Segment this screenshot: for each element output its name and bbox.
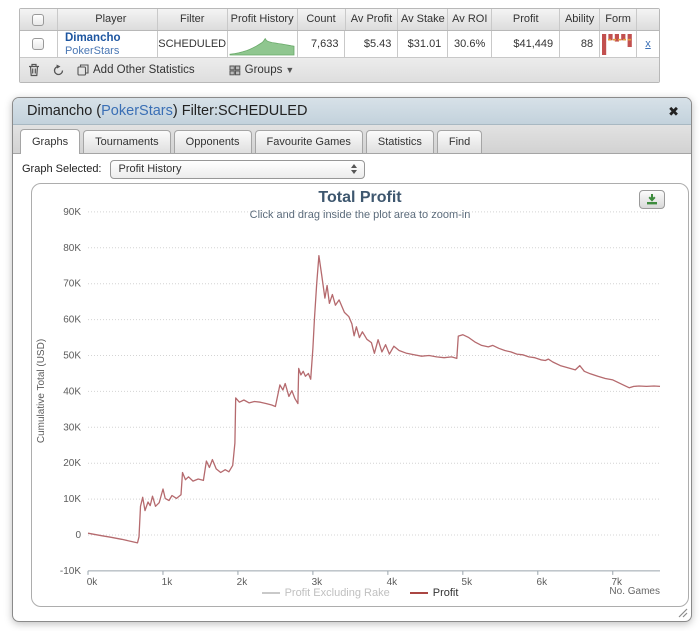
- column-header-profit[interactable]: Profit: [492, 9, 561, 30]
- av-stake-cell: $31.01: [398, 31, 449, 57]
- row-checkbox-cell: [20, 31, 58, 57]
- table-row[interactable]: Dimancho PokerStars SCHEDULED 7,633 $5.4…: [20, 31, 659, 58]
- copy-icon: [77, 64, 89, 76]
- tab-tournaments[interactable]: Tournaments: [83, 130, 171, 153]
- refresh-icon[interactable]: [52, 64, 65, 77]
- legend-label: Profit: [432, 587, 459, 599]
- table-toolbar: Add Other Statistics Groups ▼: [20, 58, 659, 82]
- remove-row-cell: x: [637, 31, 659, 57]
- dialog-title: Dimancho (PokerStars) Filter:SCHEDULED: [27, 103, 666, 119]
- add-statistics-label: Add Other Statistics: [93, 64, 195, 76]
- player-detail-dialog: Dimancho (PokerStars) Filter:SCHEDULED ✖…: [12, 97, 692, 622]
- table-header-row: Player Filter Profit History Count Av Pr…: [20, 9, 659, 31]
- svg-text:30K: 30K: [63, 422, 81, 433]
- chevron-down-icon: ▼: [285, 65, 295, 75]
- groups-label: Groups: [244, 64, 283, 76]
- profit-cell: $41,449: [492, 31, 561, 57]
- dialog-tab-strip: Graphs Tournaments Opponents Favourite G…: [13, 125, 691, 154]
- av-profit-cell: $5.43: [345, 31, 399, 57]
- dialog-title-site: PokerStars: [101, 103, 173, 119]
- dialog-title-filter: ) Filter:SCHEDULED: [172, 103, 308, 119]
- svg-text:70K: 70K: [63, 279, 81, 290]
- column-header-blank: [637, 9, 659, 30]
- player-cell[interactable]: Dimancho PokerStars: [58, 31, 158, 57]
- remove-row-link[interactable]: x: [637, 31, 659, 57]
- svg-text:0: 0: [75, 530, 81, 541]
- column-header-av-stake[interactable]: Av Stake: [398, 9, 449, 30]
- chart-legend: Profit Excluding Rake Profit: [32, 587, 688, 599]
- profit-history-sparkline: [229, 37, 295, 56]
- dialog-title-player: Dimancho (: [27, 103, 102, 119]
- close-icon[interactable]: ✖: [666, 103, 681, 120]
- player-name[interactable]: Dimancho: [65, 32, 157, 45]
- ability-cell: 88: [560, 31, 601, 57]
- graph-selected-value: Profit History: [118, 163, 182, 175]
- player-site[interactable]: PokerStars: [65, 45, 157, 57]
- legend-swatch-gray: [261, 592, 280, 594]
- tab-statistics[interactable]: Statistics: [365, 130, 434, 153]
- form-mini-chart: [602, 34, 633, 55]
- column-header-profit-history[interactable]: Profit History: [228, 9, 298, 30]
- svg-text:40K: 40K: [63, 386, 81, 397]
- legend-item-profit-excluding-rake[interactable]: Profit Excluding Rake: [261, 587, 390, 599]
- filter-cell: SCHEDULED: [158, 31, 228, 57]
- trash-icon[interactable]: [28, 63, 40, 77]
- svg-text:-10K: -10K: [60, 566, 81, 577]
- legend-item-profit[interactable]: Profit: [409, 587, 459, 599]
- graph-selected-label: Graph Selected:: [22, 163, 102, 175]
- profit-line-chart[interactable]: 90K80K70K60K50K40K30K20K10K0-10K0k 1k 2k 3k…: [32, 184, 689, 607]
- svg-text:60K: 60K: [63, 315, 81, 326]
- column-header-ability[interactable]: Ability: [560, 9, 601, 30]
- column-header-player[interactable]: Player: [58, 9, 158, 30]
- x-axis-title: No. Games: [609, 586, 660, 597]
- select-stepper-icon: [348, 163, 361, 176]
- form-chart-cell: [600, 31, 638, 57]
- groups-icon: [229, 65, 240, 75]
- column-header-filter[interactable]: Filter: [158, 9, 228, 30]
- graph-selected-dropdown[interactable]: Profit History: [109, 159, 365, 179]
- column-header-av-roi[interactable]: Av ROI: [448, 9, 493, 30]
- row-checkbox[interactable]: [32, 38, 45, 50]
- tab-favourite-games[interactable]: Favourite Games: [254, 130, 363, 153]
- legend-label: Profit Excluding Rake: [284, 587, 390, 599]
- tab-graphs[interactable]: Graphs: [20, 129, 81, 154]
- groups-button[interactable]: Groups ▼: [229, 64, 295, 76]
- select-all-checkbox[interactable]: [32, 13, 45, 26]
- column-header-count[interactable]: Count: [298, 9, 346, 30]
- column-header-form[interactable]: Form: [600, 9, 638, 30]
- svg-text:Cumulative Total (USD): Cumulative Total (USD): [36, 339, 47, 443]
- dialog-header[interactable]: Dimancho (PokerStars) Filter:SCHEDULED ✖: [13, 98, 691, 125]
- svg-text:20K: 20K: [63, 458, 81, 469]
- legend-swatch-red: [409, 592, 428, 594]
- av-roi-cell: 30.6%: [448, 31, 493, 57]
- add-statistics-button[interactable]: Add Other Statistics: [77, 64, 195, 76]
- profit-chart-panel[interactable]: Total Profit Click and drag inside the p…: [31, 183, 689, 607]
- graph-selector-row: Graph Selected: Profit History: [13, 154, 691, 184]
- svg-text:80K: 80K: [63, 243, 81, 254]
- tab-find[interactable]: Find: [436, 130, 483, 153]
- player-stats-table: Player Filter Profit History Count Av Pr…: [19, 8, 660, 83]
- select-all-checkbox-cell: [20, 9, 58, 30]
- svg-text:90K: 90K: [63, 207, 81, 218]
- svg-text:10K: 10K: [63, 494, 81, 505]
- resize-handle-icon[interactable]: [677, 607, 688, 618]
- count-cell: 7,633: [298, 31, 346, 57]
- profit-history-sparkline-cell: [228, 31, 298, 57]
- column-header-av-profit[interactable]: Av Profit: [346, 9, 399, 30]
- tab-opponents[interactable]: Opponents: [173, 130, 252, 153]
- svg-text:50K: 50K: [63, 351, 81, 362]
